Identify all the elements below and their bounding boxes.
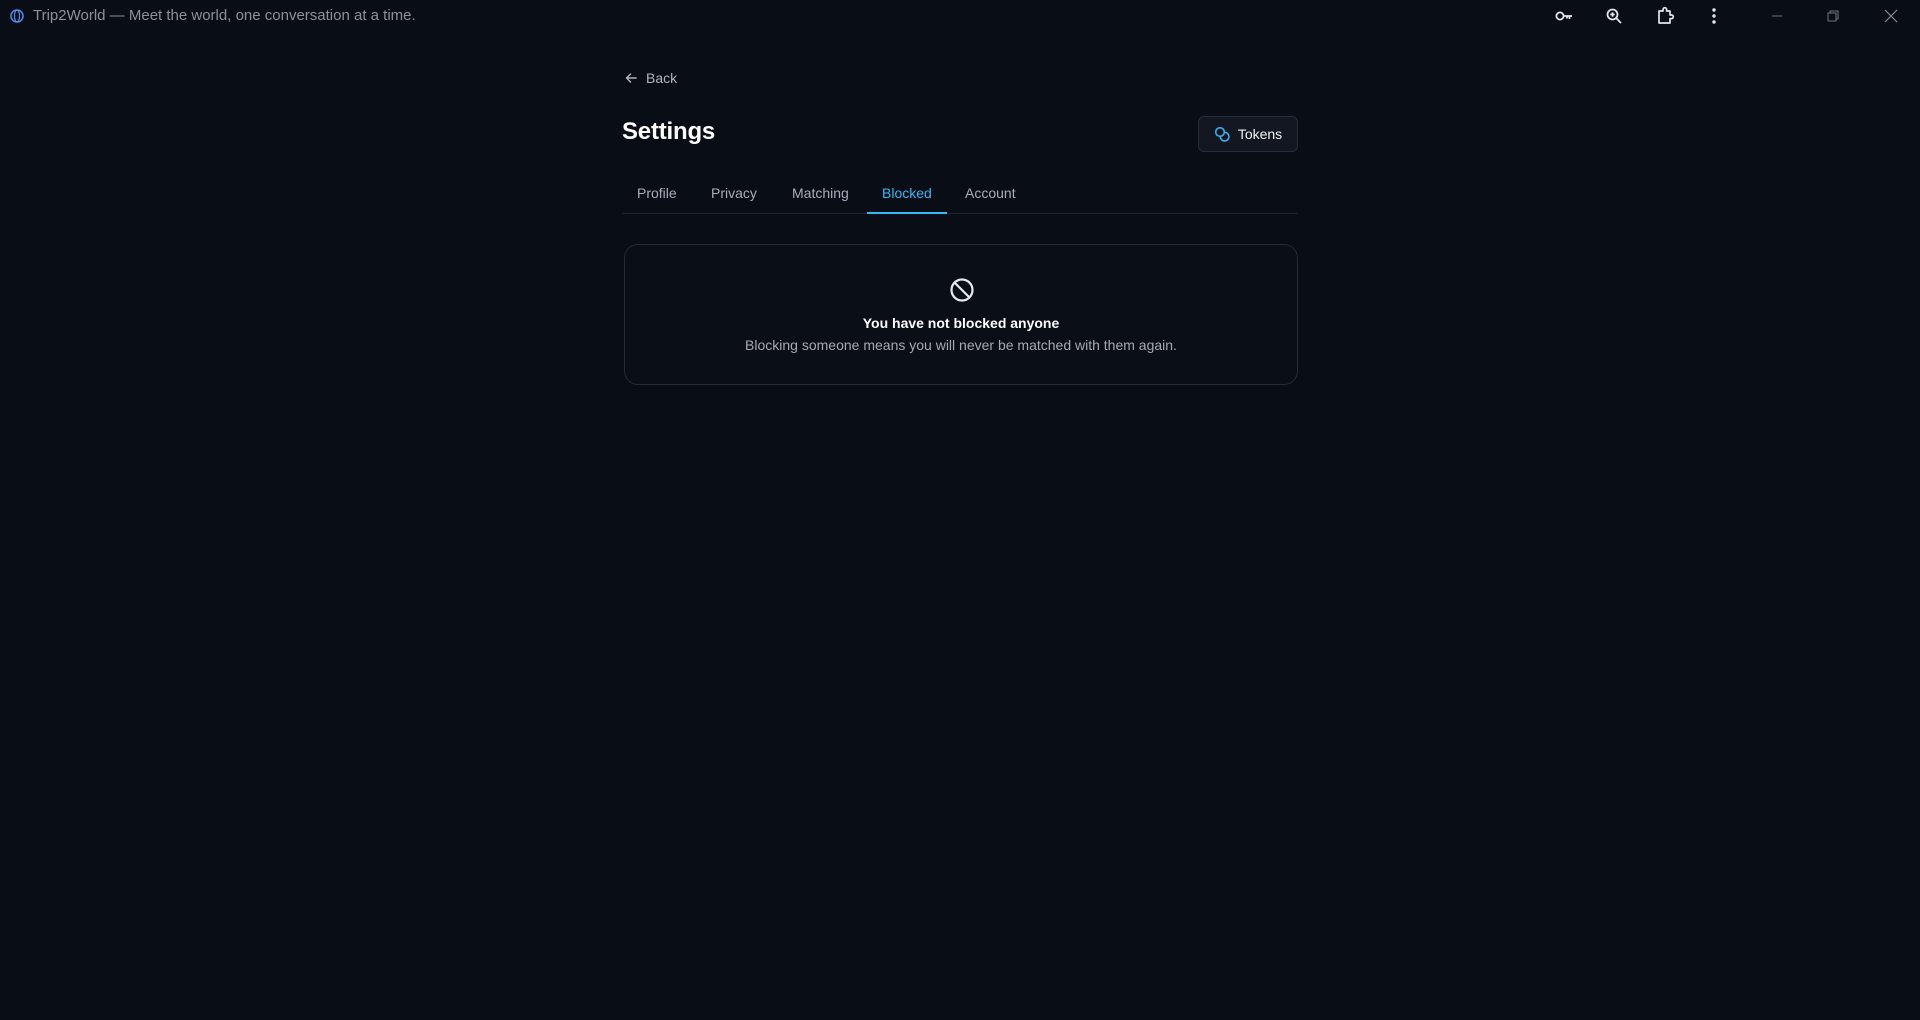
more-button[interactable]	[1702, 4, 1726, 28]
tab-privacy[interactable]: Privacy	[696, 176, 772, 214]
tab-matching[interactable]: Matching	[777, 176, 864, 214]
tab-blocked[interactable]: Blocked	[867, 176, 947, 214]
arrow-left-icon	[625, 73, 637, 83]
restore-button[interactable]	[1810, 0, 1856, 32]
key-icon	[1555, 11, 1572, 21]
blocked-empty-state: You have not blocked anyone Blocking som…	[624, 244, 1298, 385]
coins-icon	[1214, 126, 1230, 142]
key-button[interactable]	[1552, 4, 1576, 28]
title-bar: Trip2World — Meet the world, one convers…	[0, 0, 1920, 32]
blocked-icon	[950, 278, 974, 302]
more-vertical-icon	[1712, 8, 1716, 24]
empty-state-text: Blocking someone means you will never be…	[745, 337, 1177, 353]
page-title: Settings	[622, 118, 716, 145]
tokens-button[interactable]: Tokens	[1198, 116, 1298, 152]
minimize-button[interactable]	[1754, 0, 1800, 32]
extensions-button[interactable]	[1653, 4, 1677, 28]
zoom-button[interactable]	[1602, 4, 1626, 28]
zoom-icon	[1606, 8, 1622, 24]
empty-state-heading: You have not blocked anyone	[862, 315, 1060, 331]
back-link[interactable]: Back	[624, 70, 677, 86]
window-title: Trip2World — Meet the world, one convers…	[33, 7, 416, 24]
tab-profile[interactable]: Profile	[622, 176, 692, 214]
globe-icon	[10, 9, 24, 23]
tokens-label: Tokens	[1237, 126, 1283, 142]
restore-icon	[1827, 10, 1839, 22]
minimize-icon	[1772, 15, 1782, 17]
close-icon	[1884, 9, 1898, 23]
back-label: Back	[646, 70, 678, 86]
tab-account[interactable]: Account	[950, 176, 1031, 214]
settings-tabs: Profile Privacy Matching Blocked Account	[622, 176, 1298, 214]
extensions-icon	[1658, 6, 1675, 24]
close-button[interactable]	[1868, 0, 1914, 32]
